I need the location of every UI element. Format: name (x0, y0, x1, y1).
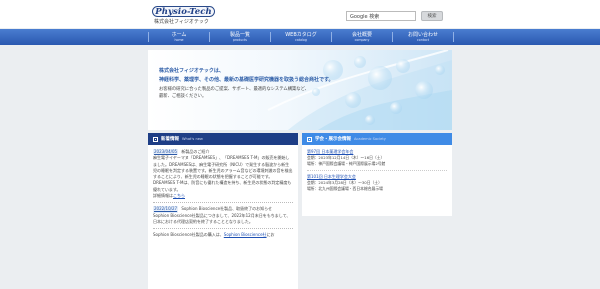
news-header-title: 新着情報 (161, 137, 179, 142)
nav-sublabel: home (174, 38, 184, 42)
events-icon (307, 136, 312, 142)
search-label: Google 検索 (350, 13, 380, 20)
hero-title: 株式会社フィジオテックは、 (159, 68, 224, 74)
events-header-title: 学会・展示会情報 (315, 137, 351, 142)
hero-banner: 株式会社フィジオテックは、 神経科学、薬理学、その他、最新の基礎医学研究機器を取… (148, 50, 452, 130)
news-divider (153, 202, 293, 204)
news-panel-header: 新着情報 What's new (148, 133, 298, 145)
company-logo[interactable]: Physio-Tech (152, 6, 215, 17)
nav-divider (392, 32, 393, 42)
news-suffix: にお (266, 232, 275, 238)
search-input[interactable]: Google 検索 (346, 11, 416, 21)
news-item: Sophion Bioscience社製品の購入は、Sophion Biosci… (153, 232, 293, 238)
events-list: 第97回 日本薬理学会年会 会期：2023年12月14日（木）～16日（土） 場… (302, 145, 452, 199)
news-link-prefix: 詳細情報は (153, 193, 173, 199)
site-header: Physio-Tech 株式会社フィジオテック Google 検索 検索 (0, 0, 600, 28)
nav-item-products[interactable]: 製品一覧 products (211, 29, 269, 45)
news-divider (153, 228, 293, 230)
nav-divider (270, 32, 271, 42)
news-item: 2023/04/05 新製品のご紹介 麻生電子イヤーマヌ「DREAMSES」、「… (153, 149, 293, 199)
news-title: 新製品のご紹介 (181, 149, 210, 154)
nav-sublabel: contact (417, 38, 429, 42)
nav-sublabel: company (354, 38, 370, 42)
news-list: 2023/04/05 新製品のご紹介 麻生電子イヤーマヌ「DREAMSES」、「… (148, 145, 298, 244)
event-venue: 場所：神戸国際会議場・神戸国際展示場2号館 (307, 160, 386, 166)
nav-divider (453, 32, 454, 42)
news-icon (153, 136, 158, 142)
nav-item-contact[interactable]: お問い合わせ contact (394, 29, 452, 45)
hero-body-line: お客様の研究に合った製品のご提案、サポート、最適的なシステム構築など、 (159, 87, 309, 92)
event-item: 第97回 日本薬理学会年会 会期：2023年12月14日（木）～16日（土） 場… (307, 149, 447, 166)
news-title: Sophion Bioscience社製品、取扱終了のお知らせ (181, 206, 273, 212)
news-detail-link[interactable]: こちら (173, 193, 185, 198)
news-body: 麻生電子イヤーマヌ「DREAMSES」、「DREAMSES T-M」の販売を開始… (153, 155, 293, 192)
nav-item-catalog[interactable]: WEBカタログ catalog (272, 29, 330, 45)
nav-item-company[interactable]: 会社概要 company (333, 29, 391, 45)
news-panel: 新着情報 What's new 2023/04/05 新製品のご紹介 麻生電子イ… (148, 133, 298, 289)
news-external-link[interactable]: Sophion Bioscience社 (224, 232, 267, 237)
logo-text: Physio-Tech (155, 6, 212, 17)
nav-divider (209, 32, 210, 42)
events-header-subtitle: Academic Society (354, 137, 386, 141)
news-title: Sophion Bioscience社製品の購入は、 (153, 232, 224, 238)
news-date[interactable]: 2022/10/27 (153, 206, 179, 213)
nav-divider (148, 32, 149, 42)
events-panel-header: 学会・展示会情報 Academic Society (302, 133, 452, 145)
news-body: Sophion Bioscience社製品につきまして、2022年12月末日をも… (153, 212, 291, 224)
news-header-subtitle: What's new (182, 137, 203, 141)
hero-subtitle: 神経科学、薬理学、その他、最新の基礎医学研究機器を取扱う総合商社です。 (159, 77, 334, 83)
search-button[interactable]: 検索 (421, 11, 443, 21)
nav-divider (331, 32, 332, 42)
main-nav: ホーム home 製品一覧 products WEBカタログ catalog 会… (0, 29, 600, 45)
events-panel: 学会・展示会情報 Academic Society 第97回 日本薬理学会年会 … (302, 133, 452, 216)
news-item: 2022/10/27 Sophion Bioscience社製品、取扱終了のお知… (153, 206, 293, 225)
hero-body: お客様の研究に合った製品のご提案、サポート、最適的なシステム構築など、 最新、ご… (159, 86, 309, 100)
nav-sublabel: products (233, 38, 247, 42)
event-venue: 場所：北九州国際会議場・西日本総合展示場 (307, 185, 383, 191)
company-name: 株式会社フィジオテック (154, 19, 209, 25)
event-item: 第101回 日本生理学会大会 会期：2024年3月28日（木）～30日（土） 場… (307, 174, 447, 191)
hero-body-line: 最新、ご相談ください。 (159, 94, 207, 99)
nav-item-home[interactable]: ホーム home (150, 29, 208, 45)
nav-sublabel: catalog (295, 38, 307, 42)
event-divider (307, 170, 447, 171)
